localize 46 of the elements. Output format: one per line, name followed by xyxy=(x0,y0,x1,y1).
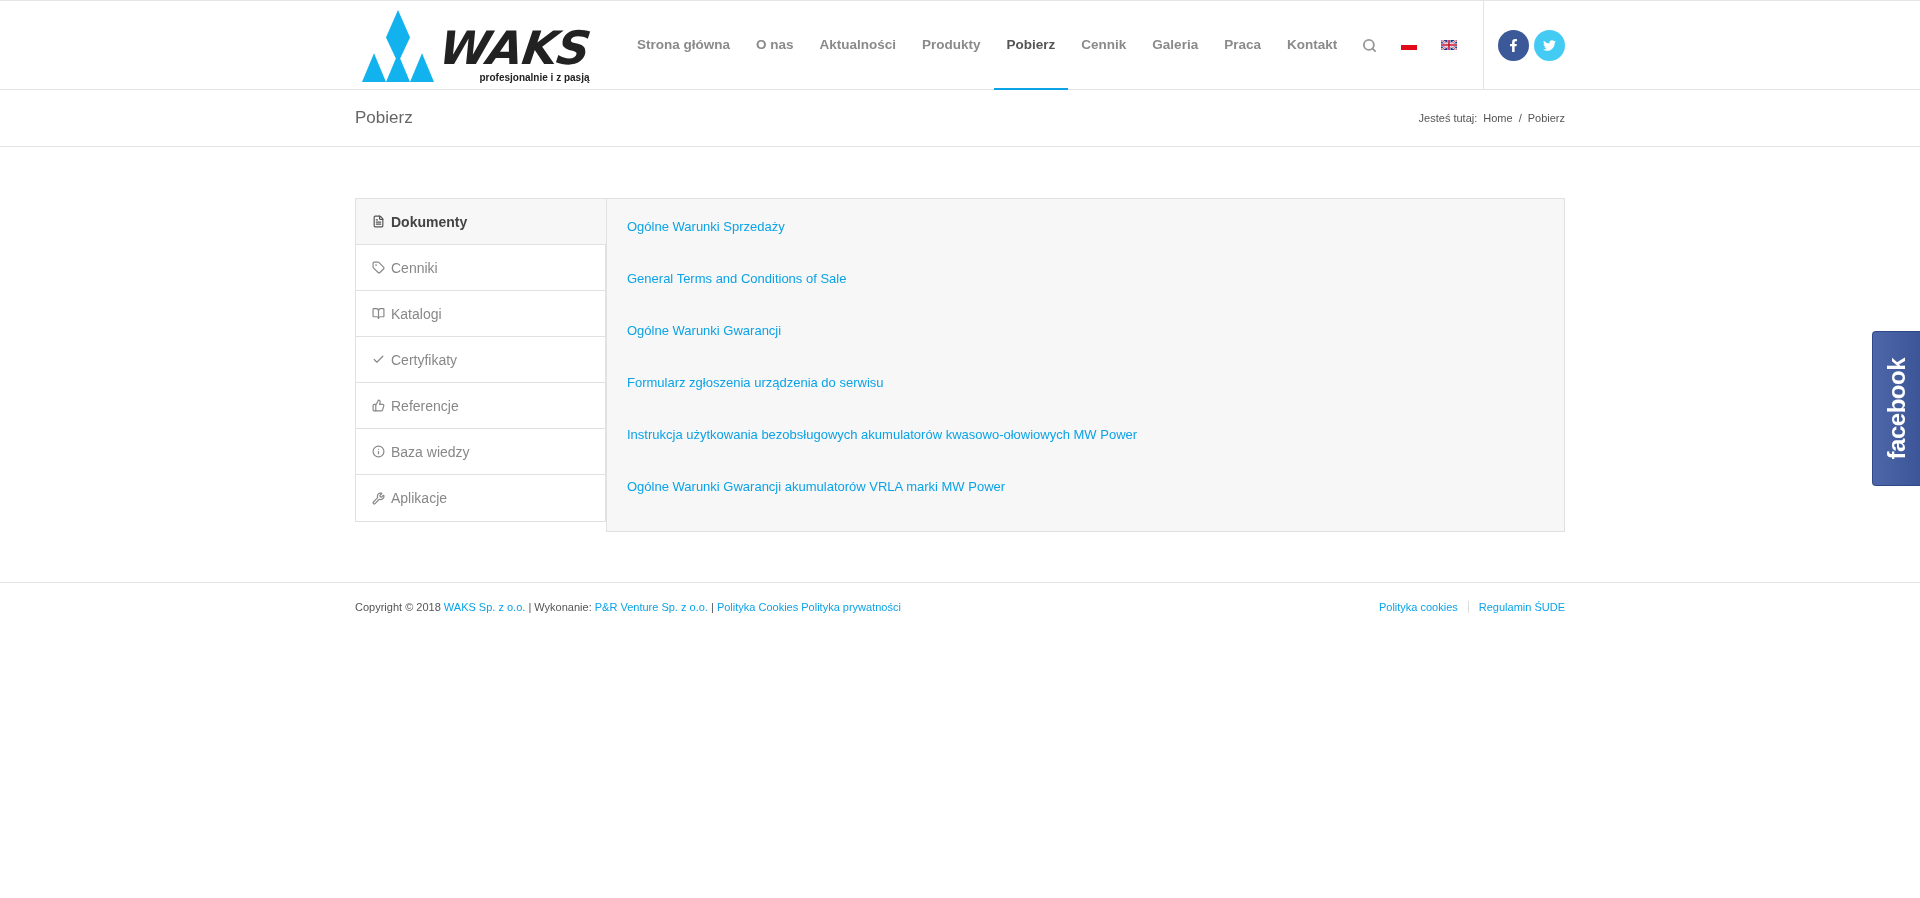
info-icon xyxy=(372,445,385,458)
footer-link[interactable]: Regulamin ŚUDE xyxy=(1467,601,1565,613)
breadcrumb-label: Jesteś tutaj: xyxy=(1418,112,1478,124)
category-tab[interactable]: Referencje xyxy=(356,383,606,429)
facebook-side-tab[interactable]: facebook xyxy=(1872,331,1920,486)
nav-link[interactable]: O nas xyxy=(743,1,807,90)
category-tab[interactable]: Cenniki xyxy=(356,245,606,291)
thumb-icon xyxy=(372,399,385,412)
category-tab[interactable]: Dokumenty xyxy=(356,199,607,245)
nav-link[interactable]: Praca xyxy=(1211,1,1274,90)
document-link[interactable]: Ogólne Warunki Sprzedaży xyxy=(627,219,785,271)
document-icon xyxy=(372,215,385,228)
footer-link[interactable]: Polityka prywatności xyxy=(801,601,901,613)
category-tab[interactable]: Certyfikaty xyxy=(356,337,606,383)
nav-link[interactable]: Pobierz xyxy=(993,1,1069,90)
logo-icon xyxy=(362,9,434,83)
check-icon xyxy=(372,353,385,366)
page-title: Pobierz xyxy=(355,108,413,128)
tools-icon xyxy=(372,491,385,505)
category-tab[interactable]: Katalogi xyxy=(356,291,606,337)
logo-wordmark: WAKS xyxy=(436,26,593,70)
logo-tagline: profesjonalnie i z pasją xyxy=(479,72,590,83)
footer-link[interactable]: Polityka cookies xyxy=(1368,601,1468,613)
document-link[interactable]: Ogólne Warunki Gwarancji akumulatorów VRLA marki MW Power xyxy=(627,479,1006,531)
nav-link[interactable]: Kontakt xyxy=(1273,1,1351,90)
document-link[interactable]: Instrukcja użytkowania bezobsługowych akumulatorów kwasowo-ołowiowych MW Power xyxy=(627,427,1138,479)
breadcrumb-current: Pobierz xyxy=(1527,112,1565,124)
footer-link[interactable]: WAKS Sp. z o.o. xyxy=(443,601,526,613)
category-tab[interactable]: Baza wiedzy xyxy=(356,429,606,475)
nav-link[interactable]: Produkty xyxy=(909,1,994,90)
twitter-icon[interactable] xyxy=(1534,29,1565,61)
book-icon xyxy=(372,307,385,320)
footer-link[interactable]: P&R Venture Sp. z o.o. xyxy=(594,601,708,613)
document-link[interactable]: Ogólne Warunki Gwarancji xyxy=(627,323,782,375)
tag-icon xyxy=(372,261,385,274)
footer-copyright: Copyright © 2018 WAKS Sp. z o.o. | Wykonanie: P&R Venture Sp. z o.o. | Polityka Cookies Polityka prywatności xyxy=(355,601,901,613)
nav-link[interactable]: Cennik xyxy=(1068,1,1140,90)
document-link[interactable]: Formularz zgłoszenia urządzenia do serwisu xyxy=(627,375,884,427)
footer-link[interactable]: Polityka Cookies xyxy=(716,601,799,613)
facebook-icon[interactable] xyxy=(1498,29,1529,61)
nav-link[interactable]: Galeria xyxy=(1139,1,1212,90)
document-link[interactable]: General Terms and Conditions of Sale xyxy=(627,271,847,323)
nav-link[interactable]: Strona główna xyxy=(624,1,743,90)
nav-link[interactable]: Aktualności xyxy=(806,1,910,90)
breadcrumb-separator: / xyxy=(1518,112,1522,124)
breadcrumb-link[interactable]: Home xyxy=(1483,112,1513,124)
